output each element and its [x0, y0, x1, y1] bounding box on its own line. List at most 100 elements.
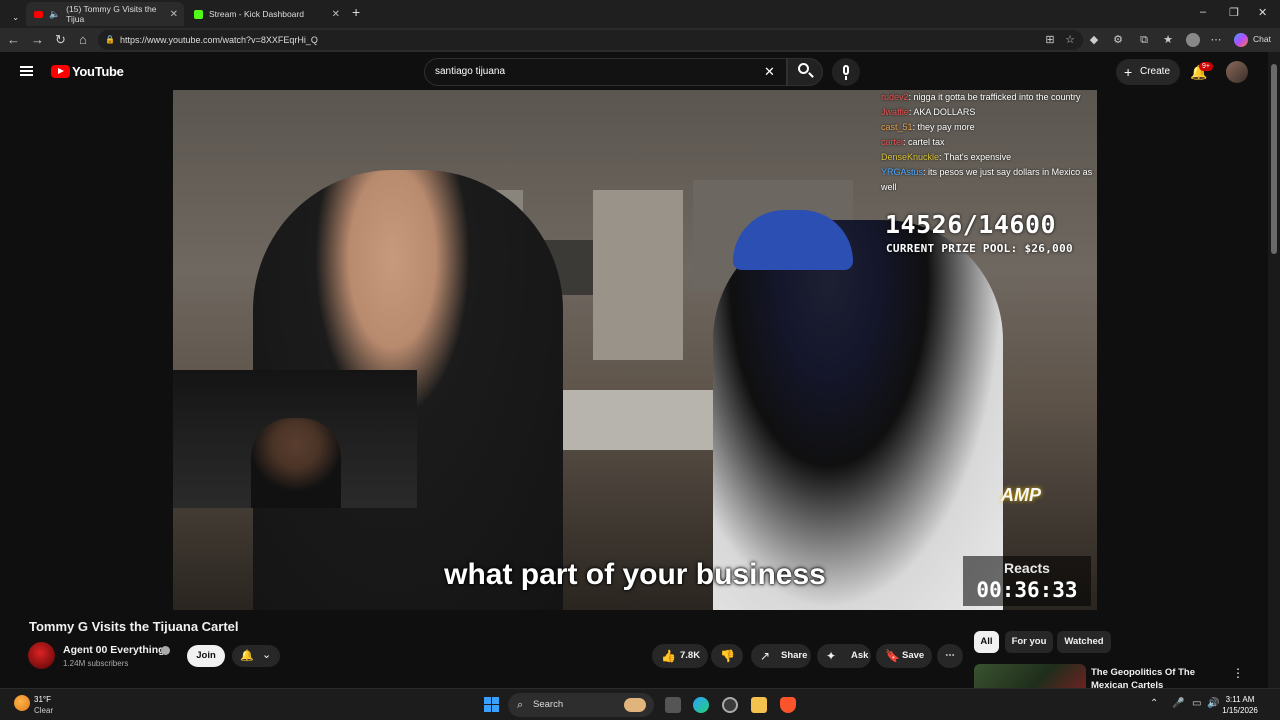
like-button[interactable]: 👍 7.8K [652, 644, 708, 668]
brave-icon[interactable] [780, 697, 796, 713]
chat-message: rudev2: nigga it gotta be trafficked int… [881, 92, 1081, 102]
streamer-person [251, 418, 341, 508]
task-view-icon[interactable] [665, 697, 681, 713]
close-tab-icon[interactable]: ✕ [332, 9, 340, 20]
more-menu-icon[interactable]: ⋯ [1210, 34, 1222, 46]
clock-date: 1/15/2026 [1222, 706, 1258, 715]
chat-message: Jwaffle: AKA DOLLARS [881, 107, 976, 117]
search-input[interactable]: santiago tijuana [424, 58, 787, 86]
share-icon: ↗ [760, 649, 771, 663]
recommendation-menu-icon[interactable]: ⋮ [1232, 666, 1244, 680]
youtube-wordmark[interactable]: YouTube [72, 64, 124, 79]
thumbs-down-icon: 👎 [720, 649, 735, 663]
forward-icon[interactable]: → [31, 32, 44, 47]
chat-message: DenseKnuckle: That's expensive [881, 152, 1012, 162]
youtube-logo-icon[interactable] [51, 65, 70, 78]
tab-label: (15) Tommy G Visits the Tijua [66, 4, 157, 24]
create-label: Create [1140, 66, 1171, 77]
more-actions-button[interactable]: ⋯ [937, 644, 963, 668]
search-button[interactable] [787, 58, 823, 86]
file-explorer-icon[interactable] [751, 697, 767, 713]
close-tab-icon[interactable]: ✕ [170, 9, 178, 20]
search-icon [798, 63, 809, 74]
tab-list-icon[interactable]: ⌄ [4, 5, 27, 29]
tab-label: Stream - Kick Dashboard [209, 9, 304, 19]
streamer-webcam [173, 370, 417, 508]
volume-tray-icon[interactable]: 🔊 [1207, 698, 1219, 709]
chat-button[interactable]: Chat [1253, 34, 1271, 44]
search-icon: ⌕ [517, 699, 524, 711]
scrollbar[interactable] [1268, 52, 1280, 688]
scrollbar-thumb[interactable] [1271, 64, 1277, 254]
refresh-icon[interactable]: ↻ [55, 32, 66, 48]
chip-all[interactable]: All [974, 631, 999, 653]
speaker-icon[interactable]: 🔈 [49, 9, 60, 20]
windows-taskbar: 31°F Clear ⌕ Search ⌃ 🎤 ▭ 🔊 3:11 AM 1/15… [0, 688, 1280, 720]
tray-chevron-icon[interactable]: ⌃ [1150, 698, 1158, 709]
chip-for-you[interactable]: For you [1005, 631, 1053, 653]
favorite-star-icon[interactable]: ☆ [1064, 34, 1076, 46]
kitchen-hood [593, 190, 683, 360]
search-highlight-icon [624, 698, 646, 712]
share-label: Share [781, 650, 808, 661]
subscription-bell-button[interactable]: 🔔 ⌄ [232, 645, 280, 667]
recommendation-title[interactable]: The Geopolitics Of The Mexican Cartels [1091, 666, 1231, 688]
notification-badge: 9+ [1199, 62, 1213, 71]
ask-label: Ask [851, 650, 869, 661]
weather-temperature[interactable]: 31°F [34, 695, 51, 704]
weather-description[interactable]: Clear [34, 706, 53, 715]
video-player[interactable]: rudev2: nigga it gotta be trafficked int… [173, 90, 1097, 610]
close-window-icon[interactable]: ✕ [1258, 6, 1267, 19]
plus-icon: + [1124, 64, 1133, 80]
url-text: https://www.youtube.com/watch?v=8XXFEqrH… [120, 35, 318, 45]
avatar[interactable] [1226, 61, 1248, 83]
share-button[interactable]: ↗ Share [751, 644, 811, 668]
clear-search-icon[interactable]: ✕ [764, 64, 775, 80]
display-tray-icon[interactable]: ▭ [1192, 698, 1201, 709]
lock-icon[interactable]: 🔒 [105, 30, 115, 50]
puzzle-icon[interactable]: ⚙ [1112, 34, 1124, 46]
windows-start-icon[interactable] [484, 697, 499, 712]
microphone-tray-icon[interactable]: 🎤 [1172, 698, 1184, 709]
extension-icon[interactable]: ◆ [1088, 34, 1100, 46]
favorites-icon[interactable]: ★ [1162, 34, 1174, 46]
save-button[interactable]: 🔖 Save [876, 644, 932, 668]
new-tab-icon[interactable]: + [352, 4, 360, 20]
maximize-icon[interactable]: ❐ [1229, 6, 1239, 19]
channel-name[interactable]: Agent 00 Everything [63, 644, 165, 656]
tab-kick[interactable]: Stream - Kick Dashboard ✕ [186, 2, 346, 26]
copilot-icon[interactable] [1234, 33, 1248, 47]
app-available-icon[interactable]: ⊞ [1044, 34, 1056, 46]
edge-icon[interactable] [693, 697, 709, 713]
menu-icon[interactable] [20, 66, 33, 76]
url-field[interactable]: 🔒 https://www.youtube.com/watch?v=8XXFEq… [98, 30, 1083, 50]
profile-icon[interactable] [1186, 33, 1200, 47]
app-icon[interactable] [722, 697, 738, 713]
minimize-icon[interactable]: – [1200, 6, 1206, 18]
kick-favicon-icon [194, 9, 203, 19]
dislike-button[interactable]: 👎 [711, 644, 743, 668]
chat-message: cartel: cartel tax [881, 137, 945, 147]
chevron-down-icon: ⌄ [262, 649, 272, 661]
chip-watched[interactable]: Watched [1057, 631, 1111, 653]
ask-button[interactable]: ✦ Ask [817, 644, 871, 668]
taskbar-search-label: Search [533, 699, 564, 710]
thumbs-up-icon: 👍 [661, 649, 676, 663]
home-icon[interactable]: ⌂ [79, 32, 87, 47]
create-button[interactable]: + Create [1116, 59, 1180, 85]
voice-search-button[interactable] [832, 58, 860, 86]
back-icon[interactable]: ← [7, 32, 20, 47]
youtube-header: YouTube santiago tijuana ✕ + Create 🔔 [0, 52, 1268, 90]
join-button[interactable]: Join [187, 645, 225, 667]
split-screen-icon[interactable]: ⧉ [1138, 34, 1150, 46]
taskbar-search[interactable]: ⌕ Search [508, 693, 654, 717]
weather-icon[interactable] [14, 695, 30, 711]
chat-message: YRGAstus: its pesos we just say dollars … [881, 167, 1093, 192]
tab-youtube[interactable]: 🔈 (15) Tommy G Visits the Tijua ✕ [26, 2, 184, 26]
video-caption: what part of your business [444, 558, 826, 591]
save-label: Save [902, 650, 925, 661]
channel-avatar[interactable] [28, 642, 55, 669]
youtube-favicon-icon [34, 10, 43, 18]
recommendation-thumbnail[interactable] [974, 664, 1086, 688]
taskbar-clock[interactable]: 3:11 AM 1/15/2026 [1220, 694, 1260, 716]
